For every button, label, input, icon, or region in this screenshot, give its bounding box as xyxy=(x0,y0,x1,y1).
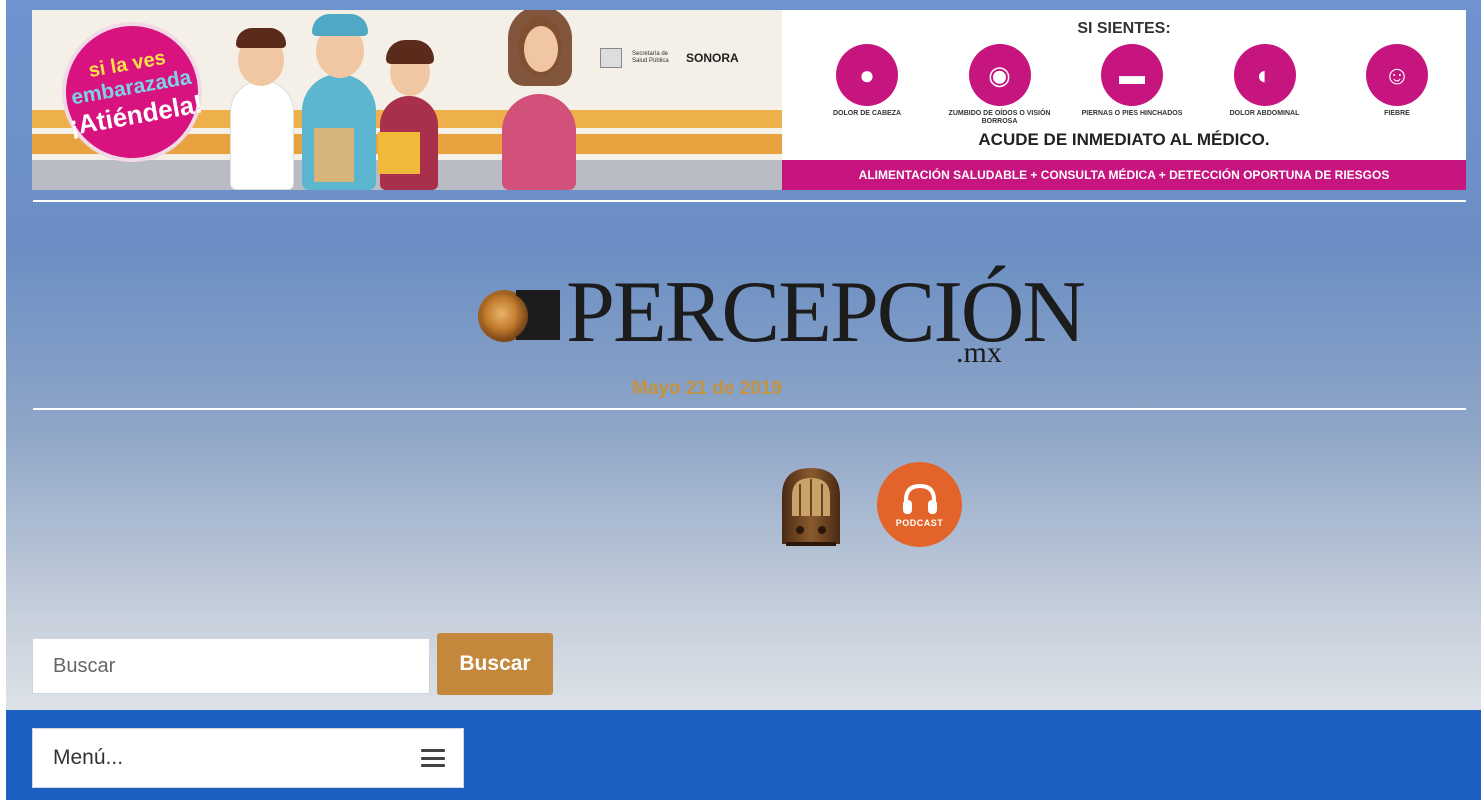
divider-bottom xyxy=(33,408,1466,410)
symptom-item: ● DOLOR DE CABEZA xyxy=(812,44,922,126)
health-campaign-banner[interactable]: si la ves embarazada ¡Atiéndela! Secreta… xyxy=(32,10,1466,190)
agency-text: Secretaría de Salud Pública xyxy=(632,51,669,64)
coat-of-arms-icon xyxy=(600,48,622,68)
podcast-label: PODCAST xyxy=(895,517,944,528)
menu-toggle[interactable]: Menú... xyxy=(32,728,464,788)
symptoms-heading: SI SIENTES: xyxy=(1077,20,1171,37)
symptom-label: ZUMBIDO DE OÍDOS O VISIÓN BORROSA xyxy=(948,110,1051,125)
foot-icon: ▬ xyxy=(1101,44,1163,106)
call-to-action: ACUDE DE INMEDIATO AL MÉDICO. xyxy=(978,130,1270,149)
symptom-item: ◉ ZUMBIDO DE OÍDOS O VISIÓN BORROSA xyxy=(945,44,1055,126)
logo-suffix: .mx xyxy=(956,336,1002,369)
banner-footer-text: ALIMENTACIÓN SALUDABLE + CONSULTA MÉDICA… xyxy=(858,168,1390,182)
headphones-icon xyxy=(902,483,937,514)
government-logos: Secretaría de Salud Pública SONORA xyxy=(600,48,739,68)
head-icon: ● xyxy=(836,44,898,106)
navigation-bar: Menú... xyxy=(6,710,1481,800)
vintage-radio-icon[interactable] xyxy=(778,466,844,548)
logo-wordmark: PERCEPCIÓN xyxy=(566,264,1086,361)
symptom-list: ● DOLOR DE CABEZA ◉ ZUMBIDO DE OÍDOS O V… xyxy=(812,44,1452,126)
banner-illustration: si la ves embarazada ¡Atiéndela! Secreta… xyxy=(32,10,782,190)
banner-footer-bar: ALIMENTACIÓN SALUDABLE + CONSULTA MÉDICA… xyxy=(782,160,1466,190)
symptom-label: PIERNAS O PIES HINCHADOS xyxy=(1081,110,1183,117)
search-button[interactable]: Buscar xyxy=(437,633,553,695)
symptom-label: FIEBRE xyxy=(1384,110,1410,117)
symptom-item: ◐ DOLOR ABDOMINAL xyxy=(1210,44,1320,126)
fever-icon: ☺ xyxy=(1366,44,1428,106)
symptoms-panel: SI SIENTES: ● DOLOR DE CABEZA ◉ ZUMBIDO … xyxy=(782,10,1466,190)
divider-top xyxy=(33,200,1466,202)
logo-mark-icon xyxy=(478,290,560,342)
ear-eye-icon: ◉ xyxy=(968,44,1031,106)
abdomen-icon: ◐ xyxy=(1233,44,1296,106)
symptom-item: ☺ FIEBRE xyxy=(1342,44,1452,126)
search-input[interactable] xyxy=(32,638,430,694)
hamburger-icon xyxy=(421,749,445,767)
symptom-label: DOLOR ABDOMINAL xyxy=(1229,110,1300,117)
podcast-icon[interactable]: PODCAST xyxy=(877,462,962,547)
symptom-label: DOLOR DE CABEZA xyxy=(832,110,902,117)
menu-label: Menú... xyxy=(53,746,124,769)
current-date: Mayo 21 de 2019 xyxy=(632,378,782,399)
symptom-item: ▬ PIERNAS O PIES HINCHADOS xyxy=(1077,44,1187,126)
site-logo[interactable]: PERCEPCIÓN .mx xyxy=(472,260,1086,370)
sonora-logo: SONORA xyxy=(686,51,739,65)
